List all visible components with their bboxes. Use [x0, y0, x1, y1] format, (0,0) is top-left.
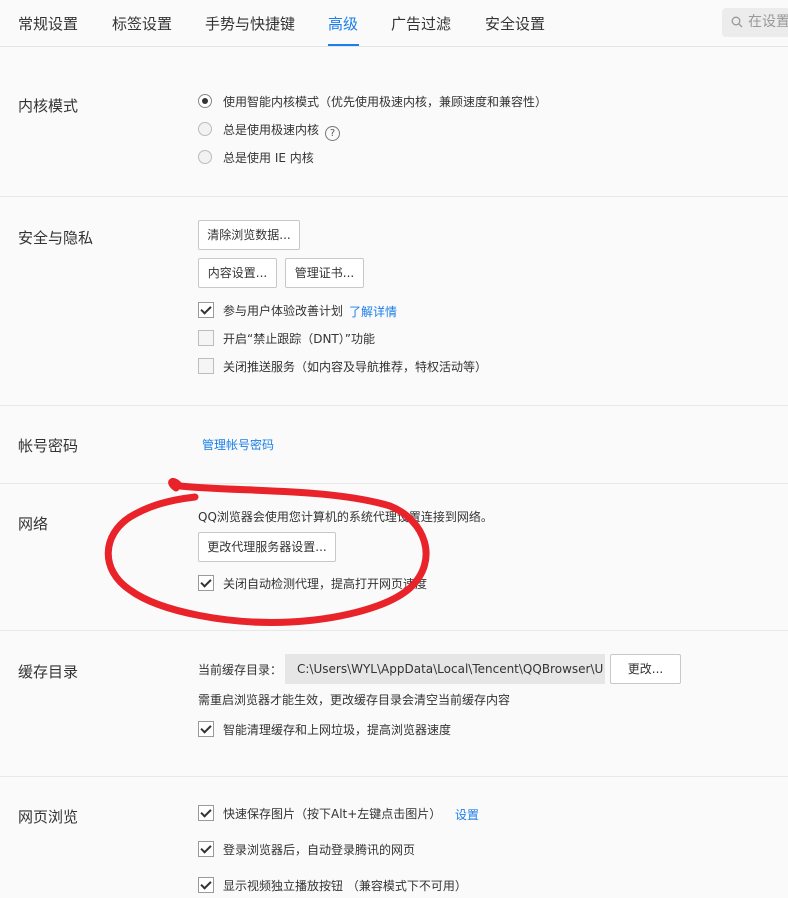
learn-more-link[interactable]: 了解详情: [349, 303, 397, 320]
radio-ie-kernel[interactable]: [198, 150, 212, 164]
auto-login-checkbox[interactable]: [198, 841, 214, 857]
tab-ad-filter[interactable]: 广告过滤: [391, 13, 451, 34]
smart-clean-checkbox[interactable]: [198, 721, 214, 737]
active-tab-indicator: [328, 44, 359, 46]
current-cache-label: 当前缓存目录：: [198, 663, 283, 677]
settings-search-box[interactable]: [722, 8, 788, 37]
checkbox-label: 关闭自动检测代理，提高打开网页速度: [223, 577, 428, 591]
radio-label-wrap: 总是使用极速内核?: [223, 121, 341, 141]
red-circle-annotation: [104, 478, 430, 626]
section-divider: [0, 630, 788, 631]
kernel-mode-title: 内核模式: [18, 97, 79, 115]
radio-label: 总是使用 IE 内核: [223, 151, 314, 165]
quick-save-image-checkbox[interactable]: [198, 805, 214, 821]
clear-browsing-data-button[interactable]: 清除浏览数据...: [198, 220, 300, 250]
tab-gestures-shortcuts[interactable]: 手势与快捷键: [205, 13, 295, 34]
checkbox-label: 快速保存图片（按下Alt+左键点击图片）: [223, 807, 442, 821]
push-service-checkbox[interactable]: [198, 358, 214, 374]
radio-label: 使用智能内核模式（优先使用极速内核，兼顾速度和兼容性）: [223, 95, 548, 109]
account-password-title: 帐号密码: [18, 437, 79, 455]
cache-dir-title: 缓存目录: [18, 663, 79, 681]
dnt-checkbox[interactable]: [198, 330, 214, 346]
network-title: 网络: [18, 515, 49, 533]
tab-general[interactable]: 常规设置: [18, 13, 78, 34]
radio-smart-kernel[interactable]: [198, 94, 212, 108]
tab-security[interactable]: 安全设置: [485, 13, 545, 34]
cache-restart-note: 需重启浏览器才能生效，更改缓存目录会清空当前缓存内容: [198, 693, 511, 707]
checkbox-label: 显示视频独立播放按钮 （兼容模式下不可用）: [223, 879, 467, 893]
content-settings-button[interactable]: 内容设置...: [198, 258, 277, 288]
checkbox-label: 登录浏览器后，自动登录腾讯的网页: [223, 843, 416, 857]
checkbox-label: 参与用户体验改善计划: [223, 304, 344, 318]
cache-path-field[interactable]: [285, 654, 605, 684]
radio-label: 总是使用极速内核: [223, 123, 320, 137]
quick-save-settings-link[interactable]: 设置: [455, 806, 479, 823]
section-divider: [0, 196, 788, 197]
video-button-checkbox[interactable]: [198, 877, 214, 893]
security-privacy-title: 安全与隐私: [18, 229, 94, 247]
search-icon: [731, 16, 743, 28]
proxy-description: QQ浏览器会使用您计算机的系统代理设置连接到网络。: [198, 510, 493, 524]
manage-passwords-link[interactable]: 管理帐号密码: [202, 436, 274, 453]
ux-improvement-checkbox[interactable]: [198, 302, 214, 318]
tab-tab-settings[interactable]: 标签设置: [112, 13, 172, 34]
help-icon[interactable]: ?: [325, 126, 341, 141]
change-cache-dir-button[interactable]: 更改...: [610, 654, 681, 684]
web-browsing-title: 网页浏览: [18, 808, 79, 826]
settings-tab-bar: 常规设置 标签设置 手势与快捷键 高级 广告过滤 安全设置: [0, 0, 788, 47]
section-divider: [0, 483, 788, 484]
radio-fast-kernel[interactable]: [198, 122, 212, 136]
change-proxy-button[interactable]: 更改代理服务器设置...: [198, 532, 336, 562]
checkbox-label: 开启“禁止跟踪（DNT）”功能: [223, 332, 375, 346]
section-divider: [0, 776, 788, 777]
disable-proxy-detect-checkbox[interactable]: [198, 575, 214, 591]
settings-search-input[interactable]: [748, 14, 788, 30]
section-divider: [0, 405, 788, 406]
checkbox-label: 智能清理缓存和上网垃圾，提高浏览器速度: [223, 723, 452, 737]
tab-advanced[interactable]: 高级: [328, 13, 358, 34]
manage-certificates-button[interactable]: 管理证书...: [285, 258, 364, 288]
checkbox-label: 关闭推送服务（如内容及导航推荐，特权活动等）: [223, 360, 488, 374]
